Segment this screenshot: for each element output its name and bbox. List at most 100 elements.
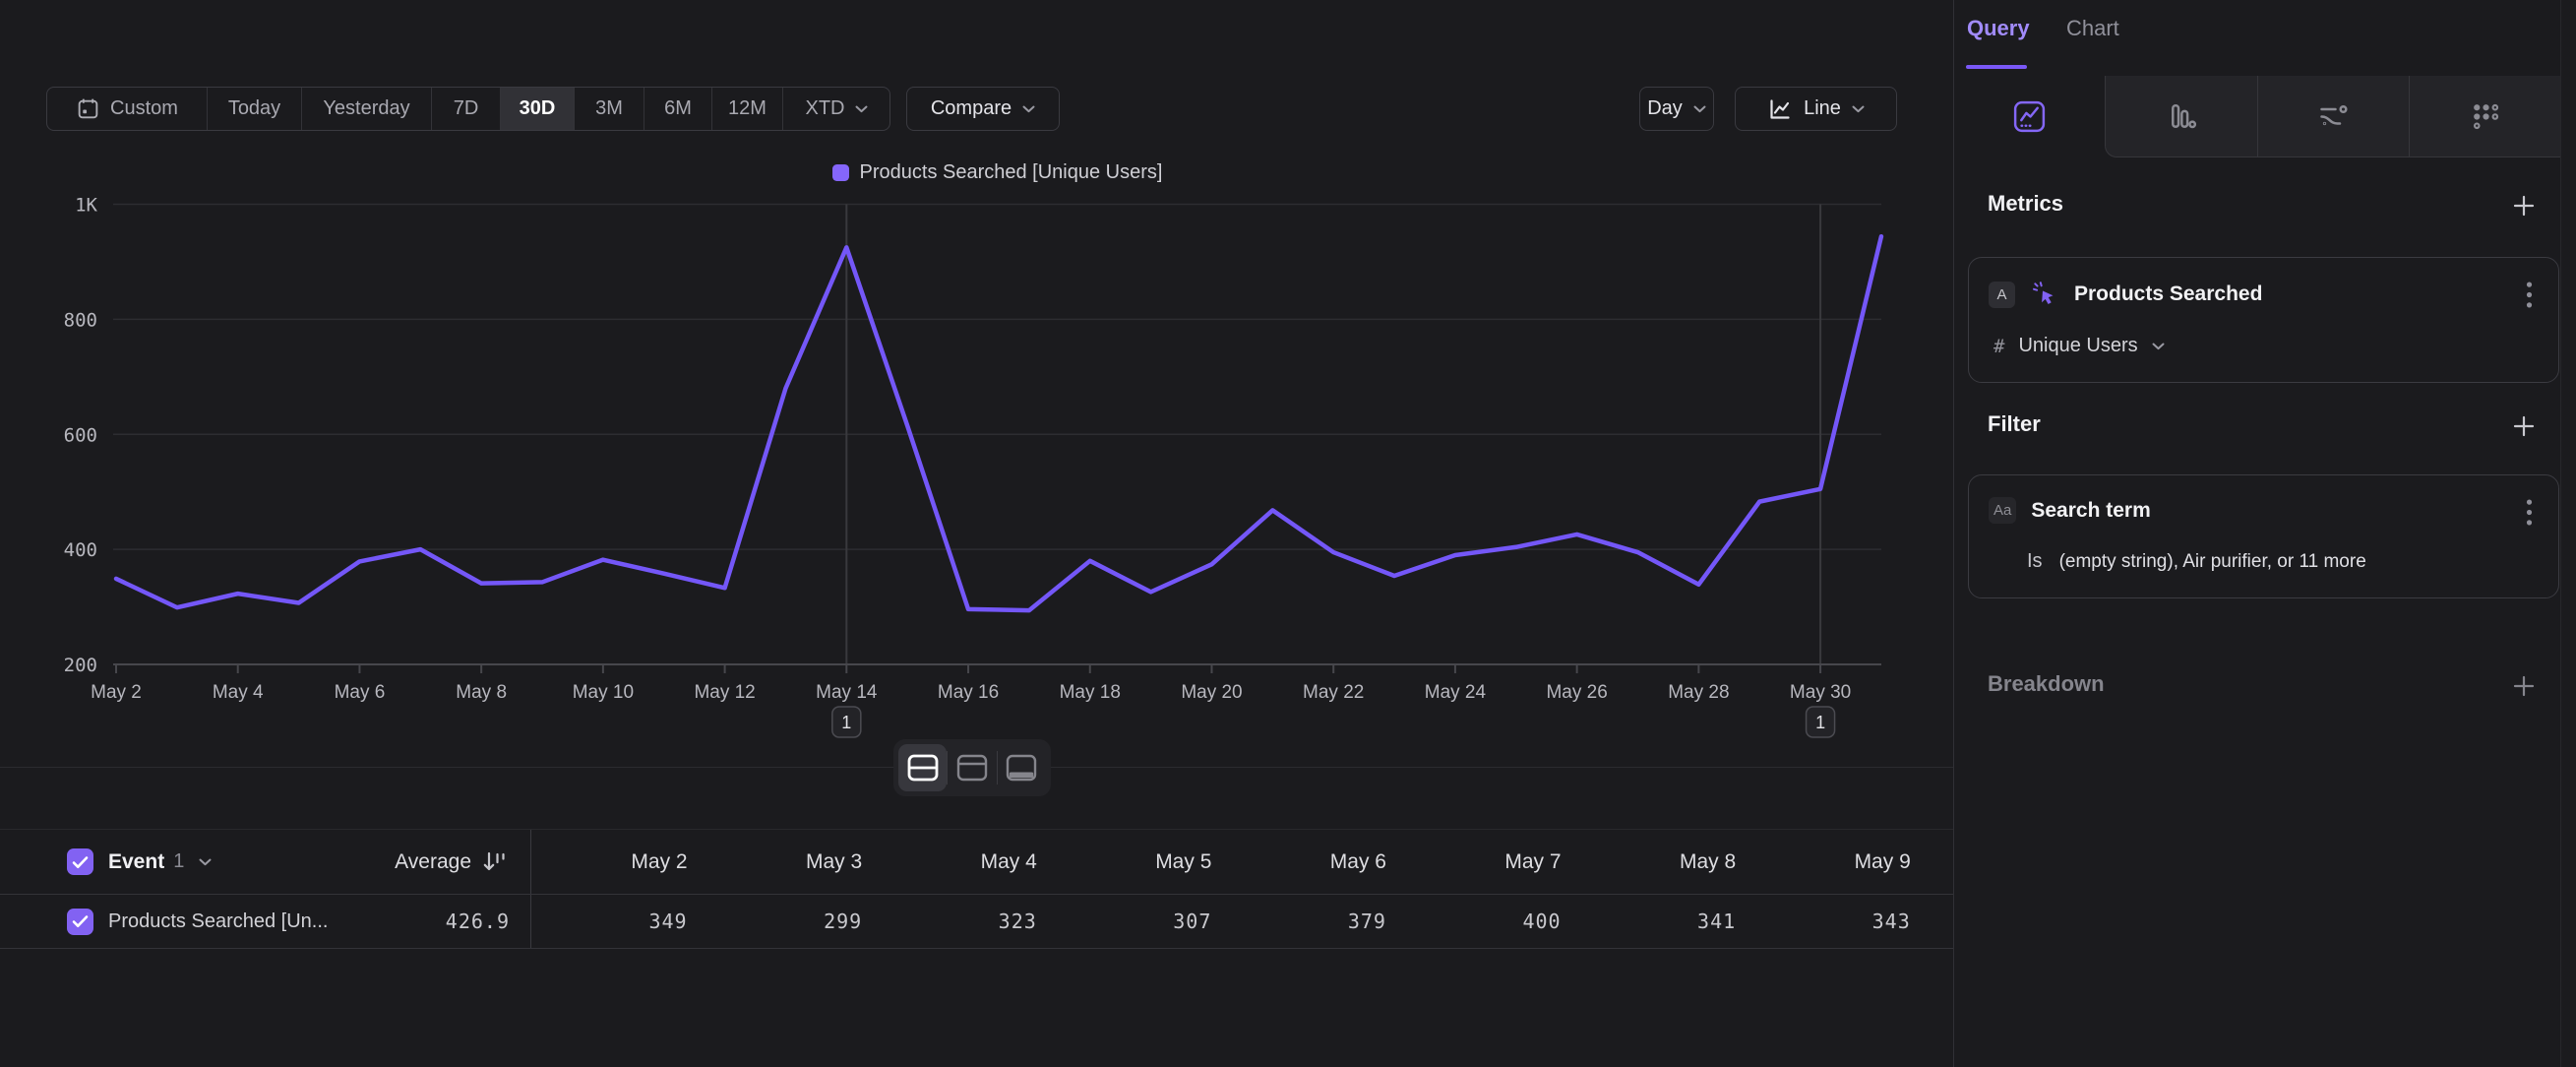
- filter-condition-row[interactable]: Is (empty string), Air purifier, or 11 m…: [2027, 550, 2366, 573]
- chart-type-button[interactable]: Line: [1735, 87, 1897, 131]
- view-tab-flows[interactable]: [2257, 76, 2409, 157]
- event-header-cell: Event 1: [0, 848, 354, 875]
- filter-card[interactable]: Aa Search term Is (empty string), Air pu…: [1968, 474, 2559, 598]
- tab-query[interactable]: Query: [1967, 16, 2030, 41]
- compare-label: Compare: [931, 97, 1012, 120]
- layout-split-rows-button[interactable]: [898, 744, 947, 791]
- day-value-cell: 349: [530, 895, 705, 948]
- chevron-down-icon: [1693, 105, 1706, 113]
- funnels-icon: [2164, 99, 2198, 134]
- average-header-label: Average: [395, 850, 471, 874]
- day-column-header[interactable]: May 7: [1404, 850, 1579, 874]
- range-label: Yesterday: [323, 97, 409, 120]
- retention-icon: [2469, 100, 2501, 133]
- compare-button[interactable]: Compare: [906, 87, 1060, 131]
- day-header-cells: May 2May 3May 4May 5May 6May 7May 8May 9: [530, 830, 1929, 894]
- range-custom[interactable]: Custom: [47, 88, 208, 130]
- layout-header-top-button[interactable]: [948, 744, 996, 791]
- filter-heading: Filter: [1988, 411, 2041, 437]
- view-tab-insights[interactable]: [1954, 76, 2105, 157]
- day-value-cell: 299: [705, 910, 881, 933]
- granularity-button[interactable]: Day: [1639, 87, 1714, 131]
- add-metric-button[interactable]: [2511, 193, 2537, 219]
- chevron-down-icon: [1852, 105, 1865, 113]
- metrics-heading: Metrics: [1988, 191, 2063, 217]
- filter-card-header: Aa Search term: [1989, 497, 2499, 524]
- range-xtd[interactable]: XTD: [783, 88, 889, 130]
- table-row[interactable]: Products Searched [Un... 426.9 349299323…: [0, 895, 1953, 949]
- x-axis-label: May 14: [816, 682, 878, 703]
- add-filter-button[interactable]: [2511, 413, 2537, 439]
- row-checkbox[interactable]: [67, 909, 93, 935]
- query-panel: Query Chart Metrics A Products Searched …: [1953, 0, 2576, 1067]
- filter-type-badge: Aa: [1989, 497, 2016, 524]
- insights-icon: [2011, 98, 2048, 135]
- chevron-down-icon[interactable]: [199, 858, 212, 866]
- line-chart-icon: [1767, 96, 1793, 122]
- range-today[interactable]: Today: [208, 88, 302, 130]
- x-axis-label: May 18: [1060, 682, 1121, 703]
- row-average-value: 426.9: [446, 910, 510, 933]
- event-count: 1: [173, 850, 184, 873]
- average-header-cell[interactable]: Average: [354, 849, 530, 875]
- event-checkbox[interactable]: [67, 848, 93, 875]
- line-chart[interactable]: 1K800600400200May 2May 4May 6May 8May 10…: [0, 138, 1953, 778]
- metric-letter-badge: A: [1989, 282, 2015, 308]
- y-axis-label: 600: [64, 424, 97, 446]
- day-column-header[interactable]: May 2: [530, 830, 705, 894]
- day-column-header[interactable]: May 9: [1753, 850, 1929, 874]
- y-axis-label: 800: [64, 309, 97, 331]
- metric-name: Products Searched: [2074, 282, 2262, 306]
- range-label: Custom: [110, 97, 178, 120]
- range-6m[interactable]: 6M: [644, 88, 712, 130]
- layout-footer-bottom-button[interactable]: [998, 744, 1046, 791]
- range-yesterday[interactable]: Yesterday: [302, 88, 432, 130]
- metric-card[interactable]: A Products Searched # Unique Users: [1968, 257, 2559, 383]
- breakdown-heading: Breakdown: [1988, 671, 2105, 697]
- annotation-badge-label: 1: [1815, 713, 1825, 732]
- metric-measure-row[interactable]: # Unique Users: [1993, 335, 2165, 357]
- day-column-header[interactable]: May 8: [1579, 850, 1754, 874]
- active-tab-underline: [1966, 65, 2027, 69]
- table-header-row: Event 1 Average May 2May 3May 4May 5May …: [0, 830, 1953, 895]
- day-value-cell: 341: [1579, 910, 1754, 933]
- flows-icon: [2315, 99, 2352, 133]
- measure-label: Unique Users: [2018, 335, 2137, 357]
- y-axis-label: 200: [64, 655, 97, 676]
- view-tab-retention[interactable]: [2409, 76, 2560, 157]
- filter-menu-icon[interactable]: [2526, 499, 2533, 526]
- granularity-label: Day: [1647, 97, 1683, 120]
- day-column-header[interactable]: May 3: [705, 850, 881, 874]
- series-line[interactable]: [116, 236, 1881, 610]
- tab-chart[interactable]: Chart: [2066, 16, 2119, 41]
- day-value-cell: 379: [1229, 910, 1404, 933]
- x-axis-label: May 22: [1303, 682, 1364, 703]
- chart-type-label: Line: [1804, 97, 1841, 120]
- day-column-header[interactable]: May 5: [1055, 850, 1230, 874]
- range-3m[interactable]: 3M: [575, 88, 644, 130]
- range-label: 6M: [664, 97, 692, 120]
- x-axis-label: May 30: [1790, 682, 1851, 703]
- day-value-cell: 343: [1753, 910, 1929, 933]
- report-main: Custom Today Yesterday 7D 30D 3M 6M 12M XTD Comp…: [0, 0, 1953, 1067]
- annotation-badge-label: 1: [841, 713, 851, 732]
- measure-prefix: #: [1993, 336, 2004, 357]
- add-breakdown-button[interactable]: [2511, 673, 2537, 699]
- range-12m[interactable]: 12M: [712, 88, 783, 130]
- metric-menu-icon[interactable]: [2526, 282, 2533, 308]
- view-tab-funnels[interactable]: [2105, 76, 2256, 157]
- chevron-down-icon: [2152, 343, 2165, 350]
- range-label: 30D: [520, 97, 556, 120]
- range-label: 12M: [728, 97, 767, 120]
- x-axis-label: May 8: [456, 682, 507, 703]
- range-7d[interactable]: 7D: [432, 88, 501, 130]
- report-type-tabs: [1954, 76, 2560, 157]
- sort-descending-icon: [480, 849, 510, 875]
- range-30d[interactable]: 30D: [501, 88, 575, 130]
- y-axis-label: 400: [64, 539, 97, 561]
- day-value-cells: 349299323307379400341343: [530, 895, 1929, 948]
- day-value-cell: 307: [1055, 910, 1230, 933]
- day-column-header[interactable]: May 4: [880, 850, 1055, 874]
- x-axis-label: May 16: [938, 682, 999, 703]
- day-column-header[interactable]: May 6: [1229, 850, 1404, 874]
